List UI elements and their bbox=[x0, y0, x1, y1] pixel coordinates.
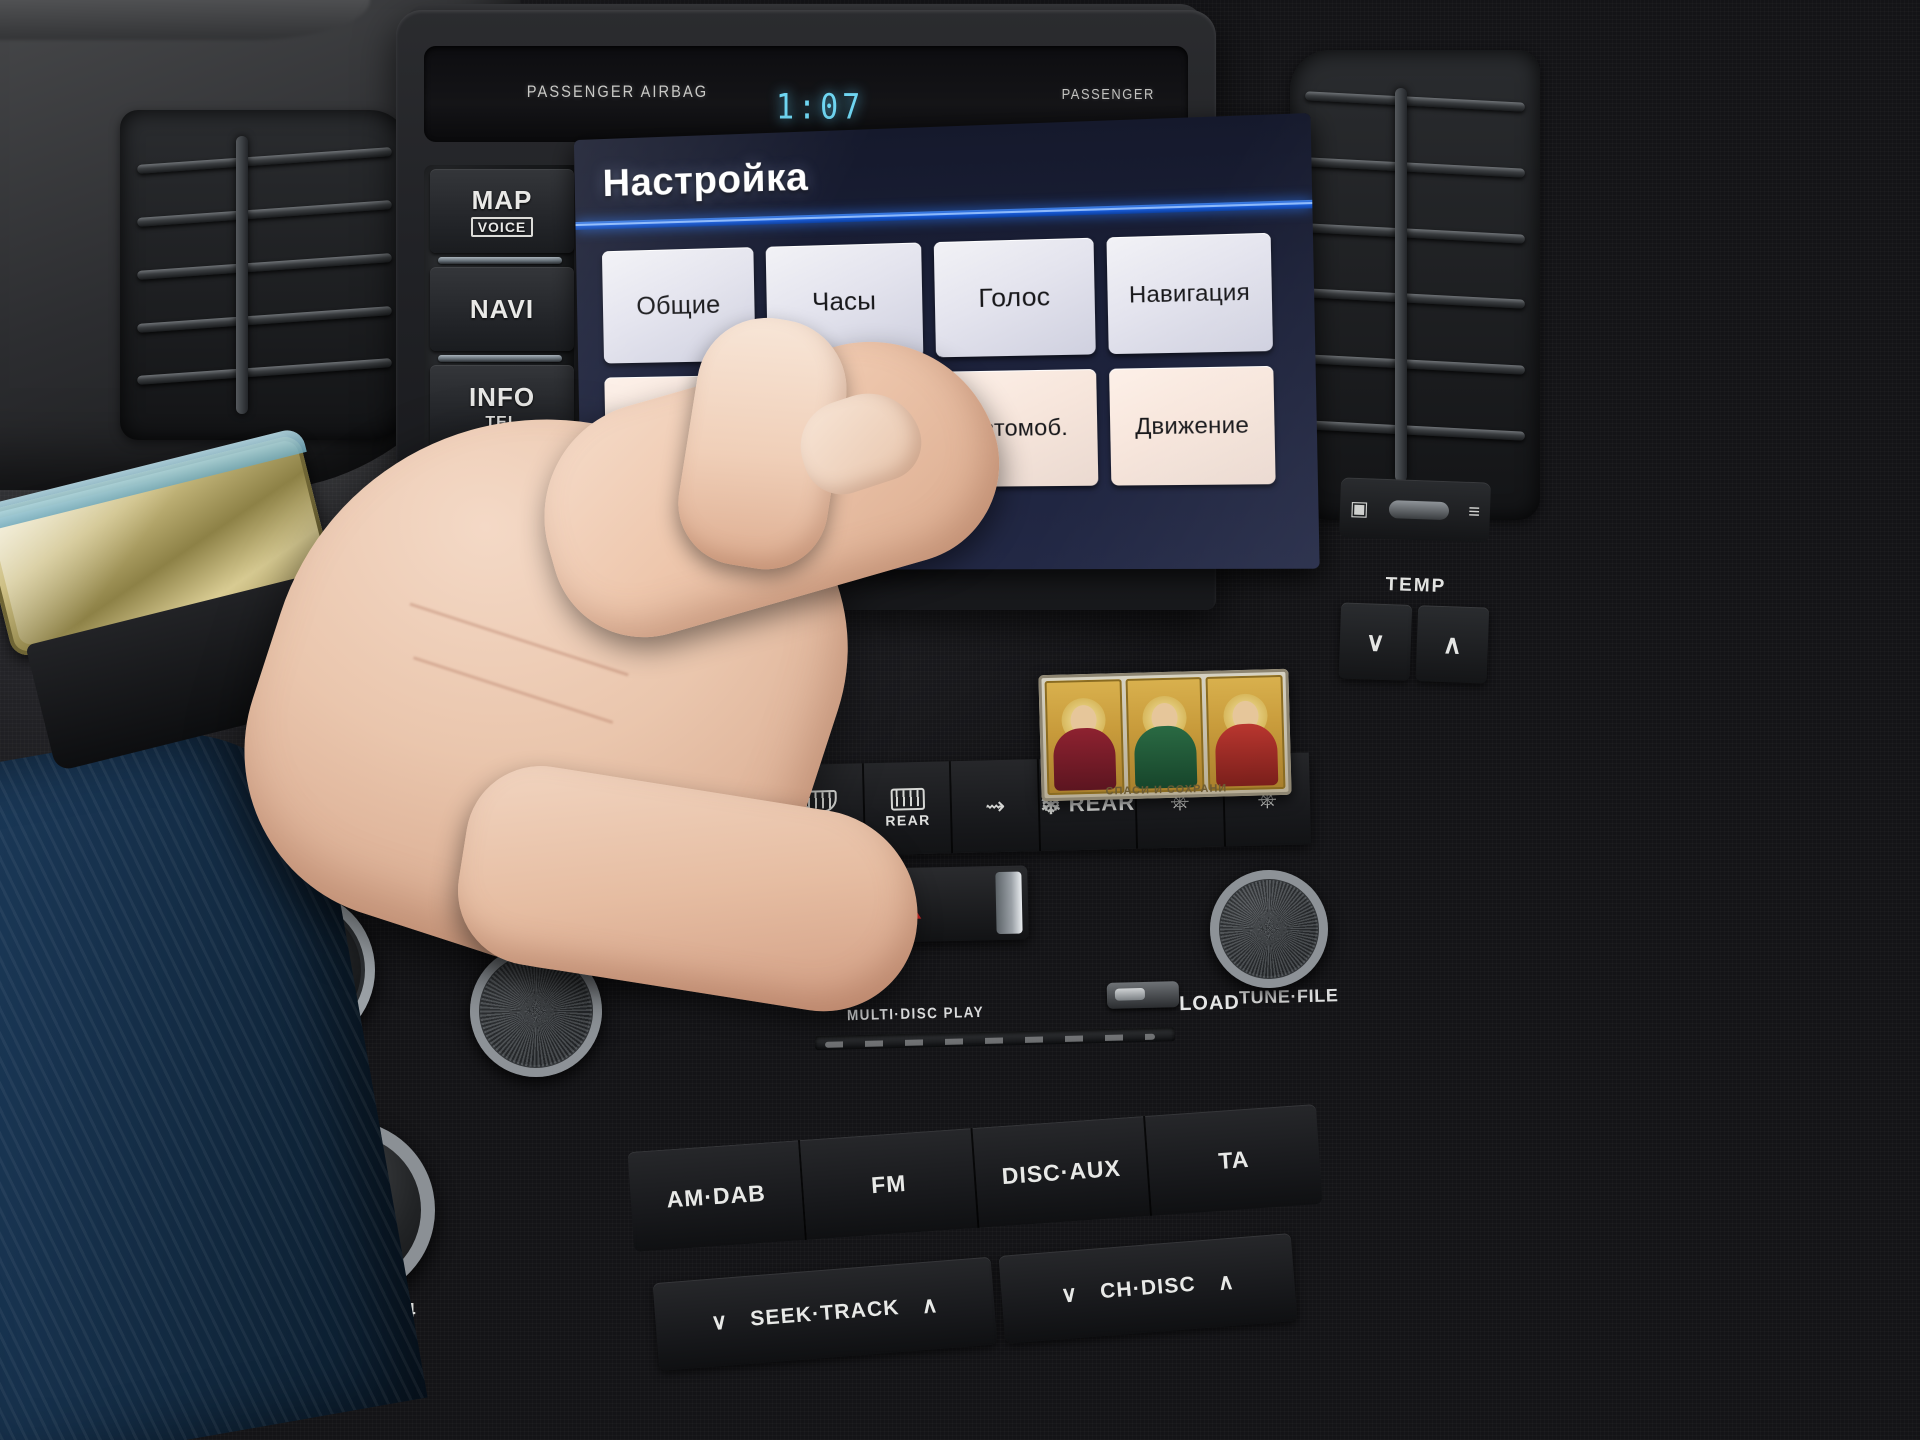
clock-display: 1:07 bbox=[776, 87, 865, 128]
ch-disc-label: CH·DISC bbox=[1099, 1272, 1197, 1304]
map-voice-label: MAP bbox=[471, 185, 533, 215]
mirror-lines-icon: ≡ bbox=[1467, 500, 1481, 523]
disc-aux-button[interactable]: DISC·AUX bbox=[972, 1115, 1153, 1228]
air-vent-right[interactable] bbox=[1290, 50, 1540, 520]
religious-icon-2 bbox=[1125, 677, 1205, 793]
tune-file-knob[interactable] bbox=[1210, 870, 1328, 988]
religious-icon-1 bbox=[1044, 679, 1125, 796]
cowl-highlight bbox=[0, 0, 370, 40]
tile-label: Движение bbox=[1134, 411, 1250, 440]
tile-golos[interactable]: Голос bbox=[933, 237, 1096, 358]
religious-icon-3 bbox=[1205, 674, 1286, 791]
am-dab-button[interactable]: AM·DAB bbox=[627, 1140, 807, 1252]
dashboard-photo: PASSENGER AIRBAG PASSENGER 1:07 MAP VOIC… bbox=[0, 0, 1920, 1440]
tile-navigatsiya[interactable]: Навигация bbox=[1106, 232, 1274, 355]
temp-up-button[interactable]: ∧ bbox=[1415, 605, 1490, 684]
navi-button[interactable]: NAVI bbox=[430, 267, 574, 351]
ch-up-icon[interactable]: ∧ bbox=[1217, 1269, 1236, 1296]
tile-label: Часы bbox=[811, 286, 877, 317]
temp-control: TEMP ∨ ∧ bbox=[1338, 572, 1490, 707]
load-label: LOAD bbox=[1178, 991, 1241, 1016]
temp-down-button[interactable]: ∨ bbox=[1338, 602, 1413, 681]
tune-file-label: TUNE·FILE bbox=[1238, 985, 1339, 1008]
map-voice-button[interactable]: MAP VOICE bbox=[430, 169, 574, 253]
mirror-slider[interactable] bbox=[1388, 500, 1449, 521]
navi-label: NAVI bbox=[469, 293, 535, 324]
airflow-mode-icon: ⇝ bbox=[984, 792, 1006, 820]
tile-label: Общие bbox=[636, 290, 721, 321]
title-divider bbox=[575, 199, 1313, 231]
voice-sublabel: VOICE bbox=[470, 217, 534, 237]
passenger-airbag-label: PASSENGER AIRBAG bbox=[526, 82, 709, 101]
lower-finger bbox=[447, 755, 933, 1025]
tile-label: Голос bbox=[978, 282, 1051, 313]
mirror-select-icon: ▣ bbox=[1349, 497, 1370, 520]
mirror-adjust-control[interactable]: ▣ ≡ bbox=[1338, 477, 1492, 543]
ch-down-icon[interactable]: ∨ bbox=[1060, 1281, 1079, 1308]
temp-label: TEMP bbox=[1385, 573, 1447, 598]
seek-up-icon[interactable]: ∧ bbox=[921, 1292, 940, 1319]
passenger-indicator-label: PASSENGER bbox=[1061, 86, 1155, 103]
tile-dvizhenie[interactable]: Движение bbox=[1109, 365, 1276, 486]
page-title: Настройка bbox=[602, 155, 809, 206]
hand bbox=[200, 307, 1023, 1060]
seek-down-icon[interactable]: ∨ bbox=[710, 1308, 729, 1335]
tile-label: Навигация bbox=[1128, 278, 1251, 308]
ta-button[interactable]: TA bbox=[1145, 1104, 1323, 1216]
seek-track-label: SEEK·TRACK bbox=[749, 1295, 901, 1331]
icon-plaque: СПАСИ И СОХРАНИ bbox=[1038, 668, 1292, 802]
load-lever[interactable] bbox=[1106, 981, 1180, 1009]
fm-button[interactable]: FM bbox=[799, 1128, 980, 1240]
